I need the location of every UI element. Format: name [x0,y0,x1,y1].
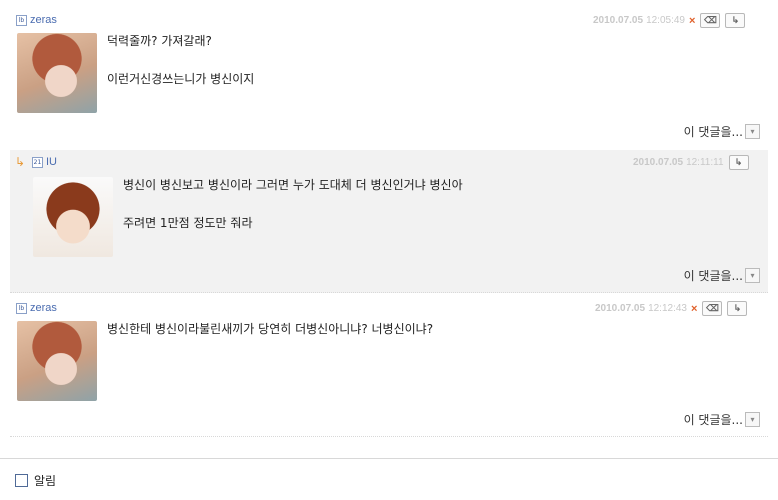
notify-label: 알림 [34,474,57,488]
comment-item: lb zeras 2010.07.05 12:05:49 × ⌫ ↳ 덕력줄까?… [10,8,768,146]
date: 2010.07.05 [593,15,644,26]
comment-timestamp: 2010.07.05 12:12:43 × ⌫ ↳ [595,301,748,316]
comment-more-menu[interactable]: 이 댓글을... ▾ [684,411,760,428]
comment-text: 병신이 병신보고 병신이라 그러면 누가 도대체 더 병신인거냐 병신아 주려면… [123,176,463,233]
comment-meta: lb zeras [16,300,57,316]
comment-line: 병신한테 병신이라불린새끼가 당연히 더병신아니냐? 너병신이냐? [107,322,434,336]
comment-timestamp: 2010.07.05 12:11:11 ↳ [633,155,749,170]
date: 2010.07.05 [595,303,646,314]
author-name[interactable]: zeras [30,14,57,26]
comment-text: 병신한테 병신이라불린새끼가 당연히 더병신아니냐? 너병신이냐? [107,320,433,339]
edit-button[interactable]: ⌫ [700,13,721,28]
more-label: 이 댓글을... [683,413,743,427]
comment-meta: lb zeras [16,12,57,28]
time: 12:11:11 [686,157,724,168]
comment-line: 병신이 병신보고 병신이라 그러면 누가 도대체 더 병신인거냐 병신아 [123,178,463,192]
avatar[interactable] [17,33,97,113]
more-icon: ▾ [745,124,760,139]
level-icon: lb [16,302,27,314]
comment-meta: 21 IU [32,154,57,170]
delete-icon[interactable]: × [689,15,695,27]
author-name[interactable]: zeras [30,302,57,314]
comment-line: 이런거신경쓰는니가 병신이지 [107,72,255,86]
notify-checkbox[interactable] [15,474,28,487]
comment-timestamp: 2010.07.05 12:05:49 × ⌫ ↳ [593,13,746,28]
avatar[interactable] [33,177,113,257]
delete-icon[interactable]: × [691,303,697,315]
time: 12:12:43 [648,303,687,314]
comment-more-menu[interactable]: 이 댓글을... ▾ [684,123,760,140]
comment-more-menu[interactable]: 이 댓글을... ▾ [684,267,760,284]
more-icon: ▾ [745,412,760,427]
date: 2010.07.05 [633,157,684,168]
comment-line: 덕력줄까? 가져갈래? [107,34,212,48]
level-icon: 21 [32,156,43,168]
more-icon: ▾ [745,268,760,283]
avatar[interactable] [17,321,97,401]
more-label: 이 댓글을... [683,269,743,283]
comment-item: lb zeras 2010.07.05 12:12:43 × ⌫ ↳ 병신한테 … [10,296,768,437]
more-label: 이 댓글을... [683,125,743,139]
comment-reply-item: ↳ 21 IU 2010.07.05 12:11:11 ↳ 병신이 병신보고 병… [10,150,768,293]
reply-button[interactable]: ↳ [728,155,749,170]
author-name[interactable]: IU [46,156,57,168]
reply-button[interactable]: ↳ [725,13,746,28]
comment-line: 주려면 1만점 정도만 줘라 [123,216,253,230]
notify-option[interactable]: 알림 [15,472,56,489]
divider [0,458,778,459]
time: 12:05:49 [646,15,685,26]
level-icon: lb [16,14,27,26]
edit-button[interactable]: ⌫ [702,301,723,316]
reply-button[interactable]: ↳ [727,301,748,316]
comment-text: 덕력줄까? 가져갈래? 이런거신경쓰는니가 병신이지 [107,32,254,89]
reply-arrow-icon: ↳ [15,155,26,169]
